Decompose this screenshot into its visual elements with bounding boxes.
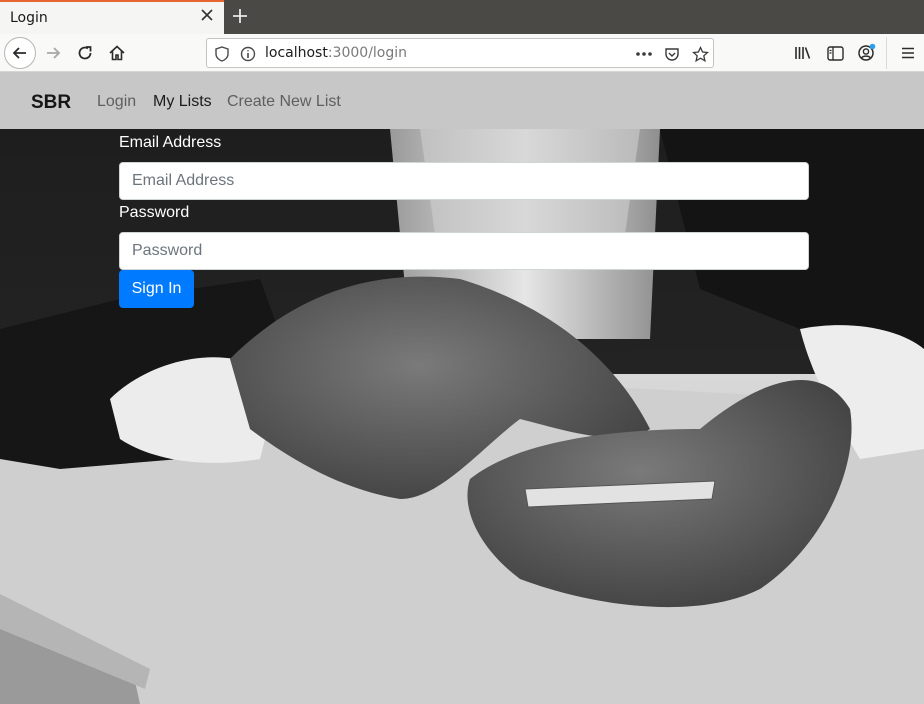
- new-tab-icon[interactable]: [231, 7, 249, 25]
- reload-button[interactable]: [71, 39, 99, 67]
- url-host: localhost: [265, 45, 328, 61]
- browser-tab[interactable]: Login: [0, 0, 224, 34]
- password-field[interactable]: [119, 232, 809, 270]
- account-button[interactable]: [853, 39, 881, 67]
- url-path: :3000/login: [327, 45, 408, 61]
- page-actions-icon[interactable]: [635, 45, 653, 63]
- library-button[interactable]: [789, 39, 817, 67]
- bookmark-star-icon[interactable]: [691, 45, 709, 63]
- toolbar-divider: [886, 37, 887, 69]
- reload-icon: [78, 46, 92, 60]
- hamburger-menu-icon: [902, 47, 914, 59]
- email-label: Email Address: [119, 134, 222, 151]
- browser-tab-bar: Login: [0, 0, 924, 34]
- close-tab-icon[interactable]: [200, 8, 214, 22]
- nav-link-create-new-list[interactable]: Create New List: [227, 93, 341, 111]
- email-field[interactable]: [119, 162, 809, 200]
- back-button[interactable]: [4, 37, 36, 69]
- nav-link-login[interactable]: Login: [97, 93, 136, 111]
- site-info-icon[interactable]: [239, 45, 257, 63]
- library-icon: [795, 47, 811, 59]
- browser-toolbar: localhost:3000/login: [0, 34, 924, 72]
- forward-arrow-icon: [47, 47, 61, 59]
- brand-logo[interactable]: SBR: [31, 92, 71, 114]
- tab-title: Login: [10, 10, 48, 26]
- url-bar[interactable]: localhost:3000/login: [206, 38, 714, 68]
- forward-button[interactable]: [39, 39, 67, 67]
- sidebar-icon: [826, 45, 844, 61]
- app-navbar: SBR Login My Lists Create New List: [0, 72, 924, 129]
- account-icon: [858, 43, 876, 61]
- pocket-icon[interactable]: [663, 45, 681, 63]
- password-label: Password: [119, 204, 190, 221]
- home-button[interactable]: [103, 39, 131, 67]
- sign-in-button[interactable]: Sign In: [119, 270, 194, 308]
- menu-button[interactable]: [894, 39, 922, 67]
- url-text[interactable]: localhost:3000/login: [265, 45, 407, 61]
- nav-link-my-lists[interactable]: My Lists: [153, 93, 212, 111]
- home-icon: [109, 45, 125, 61]
- tracking-shield-icon[interactable]: [213, 45, 231, 63]
- web-page: SBR Login My Lists Create New List Email…: [0, 72, 924, 704]
- sidebar-button[interactable]: [821, 39, 849, 67]
- back-arrow-icon: [12, 47, 26, 59]
